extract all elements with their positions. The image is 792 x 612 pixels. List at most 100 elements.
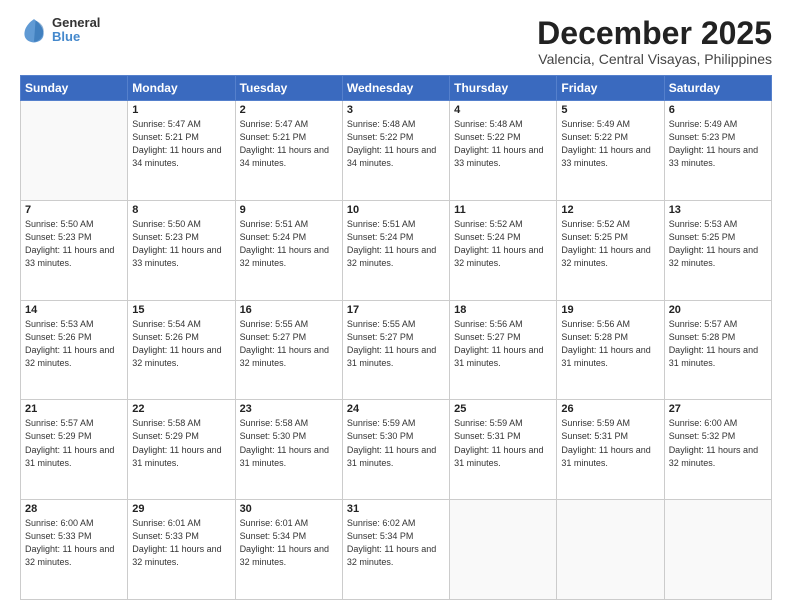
page: General Blue December 2025 Valencia, Cen…: [0, 0, 792, 612]
day-info: Sunrise: 5:47 AMSunset: 5:21 PMDaylight:…: [240, 118, 338, 170]
day-number: 20: [669, 304, 767, 316]
day-info: Sunrise: 5:57 AMSunset: 5:28 PMDaylight:…: [669, 318, 767, 370]
col-header-wednesday: Wednesday: [342, 76, 449, 101]
day-number: 22: [132, 403, 230, 415]
calendar-cell: 24Sunrise: 5:59 AMSunset: 5:30 PMDayligh…: [342, 400, 449, 500]
day-number: 13: [669, 204, 767, 216]
calendar-cell: 12 Sunrise: 5:52 AMSunset: 5:25 PMDayligh…: [557, 200, 664, 300]
col-header-tuesday: Tuesday: [235, 76, 342, 101]
day-info: Sunrise: 5:49 AMSunset: 5:22 PMDaylight:…: [561, 118, 659, 170]
day-info: Sunrise: 6:01 AMSunset: 5:34 PMDaylight:…: [240, 517, 338, 569]
calendar-cell: 1 Sunrise: 5:47 AMSunset: 5:21 PMDaylight…: [128, 101, 235, 201]
logo-icon: [20, 16, 48, 44]
day-info: Sunrise: 5:53 AMSunset: 5:26 PMDaylight:…: [25, 318, 123, 370]
day-number: 4: [454, 104, 552, 116]
calendar-cell: 4 Sunrise: 5:48 AMSunset: 5:22 PMDaylight…: [450, 101, 557, 201]
calendar-cell: [557, 500, 664, 600]
calendar-cell: 14Sunrise: 5:53 AMSunset: 5:26 PMDayligh…: [21, 300, 128, 400]
day-number: 10: [347, 204, 445, 216]
calendar-cell: 29Sunrise: 6:01 AMSunset: 5:33 PMDayligh…: [128, 500, 235, 600]
day-number: 18: [454, 304, 552, 316]
day-info: Sunrise: 5:50 AMSunset: 5:23 PMDaylight:…: [25, 218, 123, 270]
calendar-cell: 16Sunrise: 5:55 AMSunset: 5:27 PMDayligh…: [235, 300, 342, 400]
day-info: Sunrise: 6:02 AMSunset: 5:34 PMDaylight:…: [347, 517, 445, 569]
calendar-cell: 8Sunrise: 5:50 AMSunset: 5:23 PMDaylight…: [128, 200, 235, 300]
col-header-thursday: Thursday: [450, 76, 557, 101]
calendar-week-5: 28 Sunrise: 6:00 AMSunset: 5:33 PMDayligh…: [21, 500, 772, 600]
calendar-cell: 18 Sunrise: 5:56 AMSunset: 5:27 PMDayligh…: [450, 300, 557, 400]
col-header-monday: Monday: [128, 76, 235, 101]
day-info: Sunrise: 5:59 AMSunset: 5:31 PMDaylight:…: [561, 417, 659, 469]
calendar-cell: 3Sunrise: 5:48 AMSunset: 5:22 PMDaylight…: [342, 101, 449, 201]
calendar-week-2: 7 Sunrise: 5:50 AMSunset: 5:23 PMDaylight…: [21, 200, 772, 300]
day-number: 27: [669, 403, 767, 415]
calendar-table: SundayMondayTuesdayWednesdayThursdayFrid…: [20, 75, 772, 600]
col-header-friday: Friday: [557, 76, 664, 101]
calendar-cell: 9 Sunrise: 5:51 AMSunset: 5:24 PMDaylight…: [235, 200, 342, 300]
day-info: Sunrise: 5:56 AMSunset: 5:28 PMDaylight:…: [561, 318, 659, 370]
calendar-cell: 7 Sunrise: 5:50 AMSunset: 5:23 PMDaylight…: [21, 200, 128, 300]
calendar-cell: 13Sunrise: 5:53 AMSunset: 5:25 PMDayligh…: [664, 200, 771, 300]
calendar-cell: 6Sunrise: 5:49 AMSunset: 5:23 PMDaylight…: [664, 101, 771, 201]
calendar-cell: 22Sunrise: 5:58 AMSunset: 5:29 PMDayligh…: [128, 400, 235, 500]
calendar-cell: [21, 101, 128, 201]
title-block: December 2025 Valencia, Central Visayas,…: [537, 16, 772, 67]
day-info: Sunrise: 5:56 AMSunset: 5:27 PMDaylight:…: [454, 318, 552, 370]
calendar-cell: 31 Sunrise: 6:02 AMSunset: 5:34 PMDayligh…: [342, 500, 449, 600]
calendar-cell: 17 Sunrise: 5:55 AMSunset: 5:27 PMDayligh…: [342, 300, 449, 400]
day-number: 19: [561, 304, 659, 316]
day-info: Sunrise: 6:00 AMSunset: 5:32 PMDaylight:…: [669, 417, 767, 469]
day-info: Sunrise: 5:55 AMSunset: 5:27 PMDaylight:…: [240, 318, 338, 370]
calendar-cell: 20 Sunrise: 5:57 AMSunset: 5:28 PMDayligh…: [664, 300, 771, 400]
day-number: 2: [240, 104, 338, 116]
day-info: Sunrise: 5:52 AMSunset: 5:24 PMDaylight:…: [454, 218, 552, 270]
calendar-cell: 25Sunrise: 5:59 AMSunset: 5:31 PMDayligh…: [450, 400, 557, 500]
logo-blue-label: Blue: [52, 30, 100, 44]
calendar-week-1: 1 Sunrise: 5:47 AMSunset: 5:21 PMDaylight…: [21, 101, 772, 201]
col-header-saturday: Saturday: [664, 76, 771, 101]
calendar-cell: 23 Sunrise: 5:58 AMSunset: 5:30 PMDayligh…: [235, 400, 342, 500]
logo: General Blue: [20, 16, 100, 45]
day-info: Sunrise: 6:00 AMSunset: 5:33 PMDaylight:…: [25, 517, 123, 569]
col-header-sunday: Sunday: [21, 76, 128, 101]
day-info: Sunrise: 5:59 AMSunset: 5:31 PMDaylight:…: [454, 417, 552, 469]
day-number: 28: [25, 503, 123, 515]
calendar-week-4: 21 Sunrise: 5:57 AMSunset: 5:29 PMDayligh…: [21, 400, 772, 500]
day-info: Sunrise: 5:59 AMSunset: 5:30 PMDaylight:…: [347, 417, 445, 469]
calendar-cell: 10 Sunrise: 5:51 AMSunset: 5:24 PMDayligh…: [342, 200, 449, 300]
day-info: Sunrise: 5:51 AMSunset: 5:24 PMDaylight:…: [347, 218, 445, 270]
day-number: 7: [25, 204, 123, 216]
day-number: 15: [132, 304, 230, 316]
header: General Blue December 2025 Valencia, Cen…: [20, 16, 772, 67]
day-info: Sunrise: 5:51 AMSunset: 5:24 PMDaylight:…: [240, 218, 338, 270]
calendar-week-3: 14Sunrise: 5:53 AMSunset: 5:26 PMDayligh…: [21, 300, 772, 400]
day-number: 1: [132, 104, 230, 116]
calendar-cell: 27 Sunrise: 6:00 AMSunset: 5:32 PMDayligh…: [664, 400, 771, 500]
day-number: 11: [454, 204, 552, 216]
day-number: 31: [347, 503, 445, 515]
day-info: Sunrise: 5:58 AMSunset: 5:30 PMDaylight:…: [240, 417, 338, 469]
day-info: Sunrise: 6:01 AMSunset: 5:33 PMDaylight:…: [132, 517, 230, 569]
logo-general-label: General: [52, 16, 100, 30]
day-info: Sunrise: 5:52 AMSunset: 5:25 PMDaylight:…: [561, 218, 659, 270]
day-info: Sunrise: 5:55 AMSunset: 5:27 PMDaylight:…: [347, 318, 445, 370]
location: Valencia, Central Visayas, Philippines: [537, 51, 772, 67]
day-number: 6: [669, 104, 767, 116]
day-number: 17: [347, 304, 445, 316]
calendar-cell: [664, 500, 771, 600]
day-number: 12: [561, 204, 659, 216]
day-info: Sunrise: 5:54 AMSunset: 5:26 PMDaylight:…: [132, 318, 230, 370]
calendar-cell: 5 Sunrise: 5:49 AMSunset: 5:22 PMDaylight…: [557, 101, 664, 201]
calendar-body: 1 Sunrise: 5:47 AMSunset: 5:21 PMDaylight…: [21, 101, 772, 600]
day-info: Sunrise: 5:57 AMSunset: 5:29 PMDaylight:…: [25, 417, 123, 469]
day-info: Sunrise: 5:48 AMSunset: 5:22 PMDaylight:…: [454, 118, 552, 170]
month-title: December 2025: [537, 16, 772, 51]
day-number: 21: [25, 403, 123, 415]
day-info: Sunrise: 5:48 AMSunset: 5:22 PMDaylight:…: [347, 118, 445, 170]
day-info: Sunrise: 5:47 AMSunset: 5:21 PMDaylight:…: [132, 118, 230, 170]
day-info: Sunrise: 5:50 AMSunset: 5:23 PMDaylight:…: [132, 218, 230, 270]
calendar-cell: 21 Sunrise: 5:57 AMSunset: 5:29 PMDayligh…: [21, 400, 128, 500]
day-number: 23: [240, 403, 338, 415]
day-number: 9: [240, 204, 338, 216]
day-number: 5: [561, 104, 659, 116]
